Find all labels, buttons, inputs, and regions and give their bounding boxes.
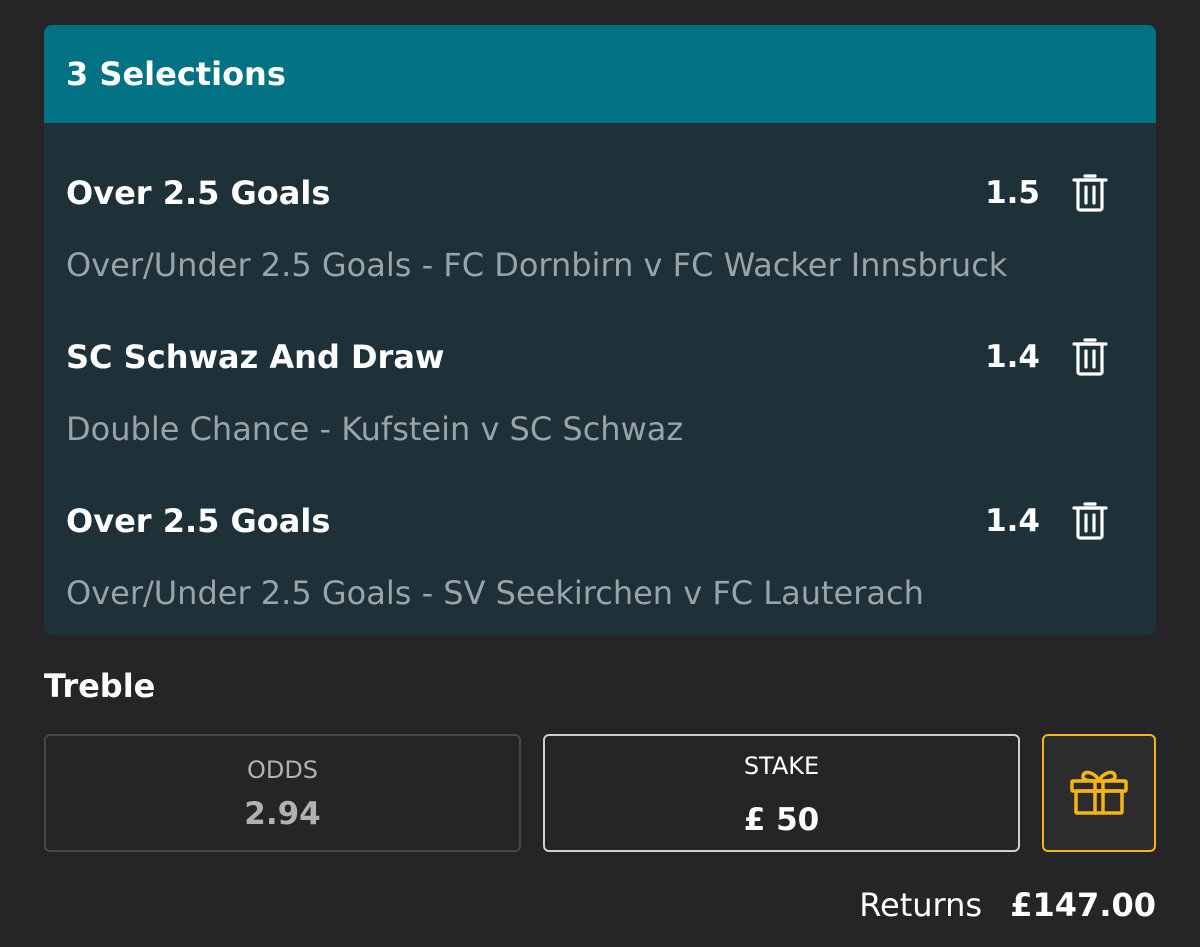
stake-label: STAKE [743, 752, 820, 780]
odds-value: 2.94 [244, 796, 321, 832]
selection-item: SC Schwaz And Draw 1.4 Double Chance - K… [44, 337, 1156, 477]
selection-market: Over/Under 2.5 Goals - SV Seekirchen v F… [66, 574, 924, 612]
selection-name: SC Schwaz And Draw [66, 338, 445, 376]
selection-odds: 1.5 [985, 175, 1040, 211]
free-bet-button[interactable] [1042, 734, 1156, 852]
trash-icon[interactable] [1072, 338, 1108, 376]
odds-label: ODDS [246, 756, 319, 784]
odds-box: ODDS 2.94 [44, 734, 521, 852]
returns-row: Returns £147.00 [859, 884, 1156, 926]
selection-market: Double Chance - Kufstein v SC Schwaz [66, 410, 684, 448]
selection-market: Over/Under 2.5 Goals - FC Dornbirn v FC … [66, 246, 1008, 284]
selection-name: Over 2.5 Goals [66, 174, 331, 212]
selection-name: Over 2.5 Goals [66, 502, 331, 540]
trash-icon[interactable] [1072, 502, 1108, 540]
selection-odds: 1.4 [985, 339, 1040, 375]
trash-icon[interactable] [1072, 174, 1108, 212]
returns-value: £147.00 [1010, 886, 1156, 924]
stake-input[interactable]: STAKE £ 50 [543, 734, 1020, 852]
bet-type-title: Treble [44, 667, 156, 705]
selections-count-title: 3 Selections [66, 55, 286, 93]
stake-value[interactable]: £ 50 [545, 802, 1018, 838]
selections-card: 3 Selections Over 2.5 Goals 1.5 Over/Und… [44, 25, 1156, 635]
selection-item: Over 2.5 Goals 1.4 Over/Under 2.5 Goals … [44, 501, 1156, 635]
selection-item: Over 2.5 Goals 1.5 Over/Under 2.5 Goals … [44, 173, 1156, 313]
selection-odds: 1.4 [985, 503, 1040, 539]
returns-label: Returns [859, 886, 983, 924]
selections-header: 3 Selections [44, 25, 1156, 123]
gift-icon [1069, 767, 1129, 819]
